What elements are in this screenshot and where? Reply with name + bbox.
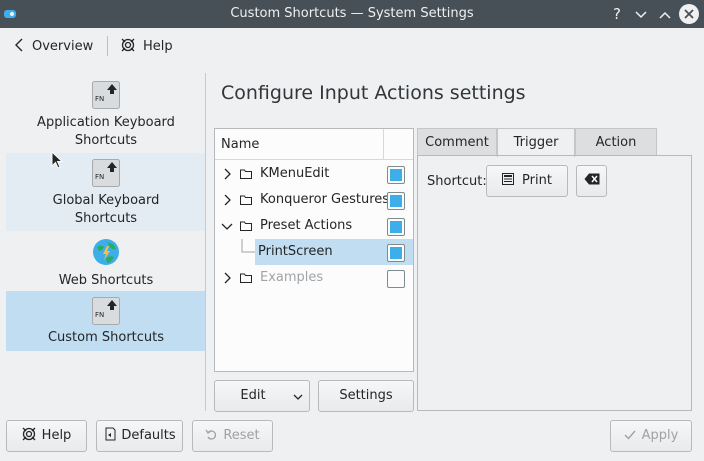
tree-row-printscreen[interactable]: PrintScreen: [215, 239, 413, 265]
sidebar-item-global-keyboard-shortcuts[interactable]: FN Global Keyboard Shortcuts: [6, 151, 206, 231]
sidebar: FN Application Keyboard Shortcuts FN Glo…: [6, 75, 206, 365]
clear-backspace-icon: [584, 173, 599, 185]
globe-icon: [92, 238, 120, 266]
fn-key-label: FN: [95, 95, 105, 103]
chevron-down-icon: [293, 394, 303, 400]
page-title: Configure Input Actions settings: [221, 82, 526, 104]
overview-label: Overview: [32, 39, 94, 54]
tree-row-preset-actions[interactable]: Preset Actions: [215, 213, 413, 239]
chevron-right-icon[interactable]: [221, 193, 233, 207]
enabled-checkbox[interactable]: [387, 166, 405, 184]
defaults-button[interactable]: Defaults: [96, 420, 183, 452]
tree-row-label: Preset Actions: [260, 218, 353, 233]
help-lifebuoy-icon: [121, 38, 135, 52]
chevron-right-icon[interactable]: [221, 167, 233, 181]
checkmark-icon: [624, 430, 636, 440]
window-titlebar: Custom Shortcuts — System Settings ?: [0, 0, 704, 28]
tree-header: Name: [215, 129, 413, 160]
tab-action[interactable]: Action: [575, 128, 657, 156]
tree-row-konqueror-gestures[interactable]: Konqueror Gestures: [215, 187, 413, 213]
mouse-cursor-icon: [51, 151, 64, 169]
edit-label: Edit: [240, 388, 266, 403]
overview-button[interactable]: Overview: [14, 36, 93, 58]
tree-row-label: Examples: [260, 270, 324, 285]
toolbar: Overview Help: [0, 28, 704, 66]
tree-row-examples[interactable]: Examples: [215, 265, 413, 291]
tree-branch-line: [241, 239, 255, 253]
maximize-button[interactable]: [655, 4, 675, 24]
help-icon[interactable]: ?: [607, 4, 627, 24]
settings-label: Settings: [339, 388, 393, 403]
actions-tree[interactable]: Name KMenuEdit Konqueror Gestures Preset…: [214, 128, 414, 372]
footer-help-label: Help: [41, 428, 72, 443]
keyboard-shortcut-icon: [502, 173, 515, 185]
settings-button[interactable]: Settings: [318, 380, 414, 412]
reset-label: Reset: [223, 428, 260, 443]
sidebar-divider: [205, 73, 206, 411]
sidebar-item-web-shortcuts[interactable]: Web Shortcuts: [6, 232, 206, 292]
chevron-left-icon: [15, 38, 23, 52]
tab-trigger[interactable]: Trigger: [497, 128, 575, 157]
tree-row-label: PrintScreen: [258, 244, 333, 259]
sidebar-item-label: Application Keyboard: [37, 115, 175, 130]
document-revert-icon: [105, 427, 116, 441]
window-title: Custom Shortcuts — System Settings: [230, 6, 474, 21]
tree-row-label: KMenuEdit: [260, 166, 330, 181]
column-separator: [383, 129, 384, 160]
help-label: Help: [143, 39, 173, 54]
footer-help-button[interactable]: Help: [6, 420, 87, 452]
folder-icon: [240, 169, 252, 179]
chevron-up-icon: [659, 11, 671, 19]
edit-dropdown-button[interactable]: Edit: [214, 380, 310, 412]
tree-row-kmenuedit[interactable]: KMenuEdit: [215, 161, 413, 187]
tree-row-label: Konqueror Gestures: [260, 192, 390, 207]
undo-icon: [205, 429, 217, 440]
folder-icon: [240, 221, 252, 231]
apply-label: Apply: [641, 428, 679, 443]
sidebar-item-label: Shortcuts: [74, 133, 138, 148]
sidebar-item-application-keyboard-shortcuts[interactable]: FN Application Keyboard Shortcuts: [6, 75, 206, 152]
clear-shortcut-button[interactable]: [576, 165, 607, 197]
enabled-checkbox[interactable]: [387, 192, 405, 210]
shortcut-key-button[interactable]: Print: [486, 165, 568, 197]
fn-key-label: FN: [95, 173, 105, 181]
enabled-checkbox[interactable]: [387, 270, 405, 288]
defaults-label: Defaults: [121, 428, 176, 443]
help-button[interactable]: Help: [121, 36, 173, 58]
shortcut-value: Print: [522, 173, 552, 188]
keyboard-fn-icon: FN: [92, 297, 120, 325]
trigger-panel: Shortcut: Print: [417, 155, 692, 411]
apply-button[interactable]: Apply: [610, 420, 692, 452]
tab-bar: Comment Trigger Action: [417, 128, 691, 157]
keyboard-fn-icon: FN: [92, 159, 120, 187]
enabled-checkbox[interactable]: [387, 218, 405, 236]
shortcut-label: Shortcut:: [427, 174, 487, 189]
sidebar-item-label: Shortcuts: [74, 211, 138, 226]
folder-icon: [240, 273, 252, 283]
column-header-name[interactable]: Name: [221, 137, 259, 152]
minimize-button[interactable]: [631, 4, 651, 24]
tab-comment[interactable]: Comment: [417, 128, 497, 156]
toolbar-separator: [107, 36, 108, 56]
sidebar-item-custom-shortcuts[interactable]: FN Custom Shortcuts: [6, 291, 206, 351]
folder-icon: [240, 195, 252, 205]
help-lifebuoy-icon: [22, 427, 36, 441]
fn-key-label: FN: [95, 311, 105, 319]
sidebar-item-label: Custom Shortcuts: [47, 330, 165, 345]
close-button[interactable]: [679, 4, 699, 24]
sidebar-item-label: Global Keyboard: [52, 193, 160, 208]
chevron-down-icon: [635, 11, 647, 19]
reset-button[interactable]: Reset: [192, 420, 273, 452]
chevron-right-icon[interactable]: [221, 271, 233, 285]
chevron-down-icon[interactable]: [221, 219, 233, 233]
enabled-checkbox[interactable]: [387, 244, 405, 262]
keyboard-fn-icon: FN: [92, 81, 120, 109]
close-icon: [684, 9, 694, 19]
sidebar-item-label: Web Shortcuts: [58, 273, 154, 288]
